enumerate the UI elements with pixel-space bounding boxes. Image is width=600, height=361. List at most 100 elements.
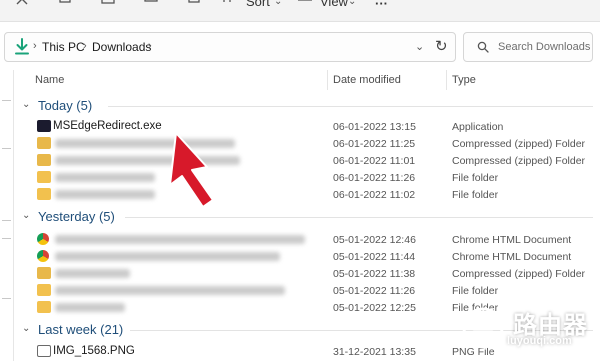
command-bar: Sort ⌄ View ⌄ ··· bbox=[0, 0, 600, 22]
table-row[interactable]: 05-01-2022 11:44 Chrome HTML Document bbox=[15, 248, 600, 265]
group-divider bbox=[108, 106, 593, 107]
table-row[interactable]: 06-01-2022 11:26 File folder bbox=[15, 169, 600, 186]
folder-icon bbox=[37, 284, 51, 296]
address-row: › This PC › Downloads › ⌄ ↻ Search Downl… bbox=[0, 22, 600, 70]
breadcrumb-separator[interactable]: › bbox=[83, 40, 87, 52]
folder-icon bbox=[37, 301, 51, 313]
navigation-pane[interactable] bbox=[0, 70, 14, 361]
zip-folder-icon bbox=[37, 267, 51, 279]
share-icon[interactable] bbox=[186, 0, 202, 6]
file-type: File folder bbox=[452, 172, 499, 184]
group-label: Last week (21) bbox=[38, 322, 124, 337]
table-row[interactable]: 06-01-2022 11:01 Compressed (zipped) Fol… bbox=[15, 152, 600, 169]
file-date: 06-01-2022 11:01 bbox=[333, 155, 416, 167]
file-date: 05-01-2022 11:38 bbox=[333, 268, 416, 280]
file-type: Compressed (zipped) Folder bbox=[452, 268, 586, 280]
collapse-chevron-icon[interactable]: ⌄ bbox=[22, 99, 30, 110]
file-type: Chrome HTML Document bbox=[452, 234, 572, 246]
file-date: 31-12-2021 13:35 bbox=[333, 346, 416, 358]
chrome-icon bbox=[37, 233, 49, 245]
file-name-redacted bbox=[55, 173, 155, 182]
file-name: IMG_1568.PNG bbox=[53, 345, 135, 357]
file-name-redacted bbox=[55, 252, 280, 261]
table-row[interactable]: 05-01-2022 12:46 Chrome HTML Document bbox=[15, 231, 600, 248]
file-name-redacted bbox=[55, 269, 130, 278]
file-type: Compressed (zipped) Folder bbox=[452, 155, 586, 167]
zip-folder-icon bbox=[37, 154, 51, 166]
exe-icon bbox=[37, 120, 51, 132]
breadcrumb-this-pc[interactable]: This PC bbox=[42, 40, 85, 54]
search-input[interactable]: Search Downloads bbox=[463, 32, 593, 62]
group-label: Today (5) bbox=[38, 98, 93, 113]
sort-button[interactable]: Sort bbox=[246, 0, 270, 9]
paste-icon[interactable] bbox=[100, 0, 116, 6]
file-date: 05-01-2022 11:44 bbox=[333, 251, 416, 263]
file-date: 06-01-2022 11:25 bbox=[333, 138, 416, 150]
folder-icon bbox=[37, 171, 51, 183]
column-name-header[interactable]: Name bbox=[35, 74, 64, 86]
file-date: 06-01-2022 13:15 bbox=[333, 121, 416, 133]
column-type-header[interactable]: Type bbox=[452, 74, 476, 86]
copy-icon[interactable] bbox=[57, 0, 73, 6]
collapse-chevron-icon[interactable]: ⌄ bbox=[22, 323, 30, 334]
column-divider[interactable] bbox=[446, 70, 447, 90]
file-date: 05-01-2022 11:26 bbox=[333, 285, 416, 297]
column-divider[interactable] bbox=[327, 70, 328, 90]
file-type: Application bbox=[452, 121, 504, 133]
nav-item[interactable] bbox=[2, 238, 11, 239]
file-date: 06-01-2022 11:26 bbox=[333, 172, 416, 184]
file-name-redacted bbox=[55, 235, 305, 244]
nav-item[interactable] bbox=[2, 148, 11, 149]
collapse-chevron-icon[interactable]: ⌄ bbox=[22, 210, 30, 221]
zip-folder-icon bbox=[37, 137, 51, 149]
refresh-icon[interactable]: ↻ bbox=[435, 37, 448, 55]
group-divider bbox=[125, 217, 593, 218]
breadcrumb-downloads[interactable]: Downloads bbox=[92, 40, 151, 54]
nav-item[interactable] bbox=[2, 100, 11, 101]
png-file-icon bbox=[37, 345, 51, 357]
cut-icon[interactable] bbox=[14, 0, 30, 6]
file-type: Chrome HTML Document bbox=[452, 251, 572, 263]
column-date-header[interactable]: Date modified bbox=[333, 74, 401, 86]
search-icon bbox=[477, 41, 489, 53]
file-type: File folder bbox=[452, 285, 499, 297]
watermark-subtext: luyouqi.com bbox=[507, 335, 572, 347]
file-name-redacted bbox=[55, 286, 285, 295]
folder-icon bbox=[37, 188, 51, 200]
view-button[interactable]: View bbox=[320, 0, 348, 9]
column-header: Name Date modified Type bbox=[15, 70, 600, 90]
file-row-msedgeredirect[interactable]: MSEdgeRedirect.exe 06-01-2022 13:15 Appl… bbox=[15, 118, 600, 135]
view-icon[interactable] bbox=[297, 0, 313, 6]
table-row[interactable]: 06-01-2022 11:25 Compressed (zipped) Fol… bbox=[15, 135, 600, 152]
file-date: 05-01-2022 12:25 bbox=[333, 302, 416, 314]
sort-chevron-down-icon[interactable]: ⌄ bbox=[274, 0, 282, 7]
table-row[interactable]: 05-01-2022 11:38 Compressed (zipped) Fol… bbox=[15, 265, 600, 282]
file-date: 05-01-2022 12:46 bbox=[333, 234, 416, 246]
table-row[interactable]: 06-01-2022 11:02 File folder bbox=[15, 186, 600, 203]
group-label: Yesterday (5) bbox=[38, 209, 115, 224]
file-type: File folder bbox=[452, 189, 499, 201]
file-name-redacted bbox=[55, 156, 240, 165]
table-row[interactable]: 05-01-2022 11:26 File folder bbox=[15, 282, 600, 299]
file-type: Compressed (zipped) Folder bbox=[452, 138, 586, 150]
watermark: 路由器 luyouqi.com bbox=[455, 302, 595, 352]
file-name-redacted bbox=[55, 139, 235, 148]
download-icon bbox=[15, 38, 29, 55]
file-name: MSEdgeRedirect.exe bbox=[53, 120, 162, 132]
sort-icon[interactable] bbox=[220, 0, 236, 6]
file-name-redacted bbox=[55, 303, 125, 312]
chrome-icon bbox=[37, 250, 49, 262]
nav-item[interactable] bbox=[2, 298, 11, 299]
address-history-chevron-icon[interactable]: ⌄ bbox=[415, 40, 424, 53]
nav-item[interactable] bbox=[2, 220, 11, 221]
breadcrumb-separator[interactable]: › bbox=[33, 40, 37, 52]
file-name-redacted bbox=[55, 190, 155, 199]
router-logo-icon bbox=[462, 307, 504, 349]
view-chevron-down-icon[interactable]: ⌄ bbox=[348, 0, 356, 7]
search-placeholder: Search Downloads bbox=[498, 41, 591, 53]
file-date: 06-01-2022 11:02 bbox=[333, 189, 416, 201]
rename-icon[interactable] bbox=[143, 0, 159, 6]
more-options-button[interactable]: ··· bbox=[375, 0, 388, 11]
address-bar[interactable]: › This PC › Downloads › ⌄ ↻ bbox=[4, 32, 456, 62]
breadcrumb-separator[interactable]: › bbox=[148, 40, 152, 52]
